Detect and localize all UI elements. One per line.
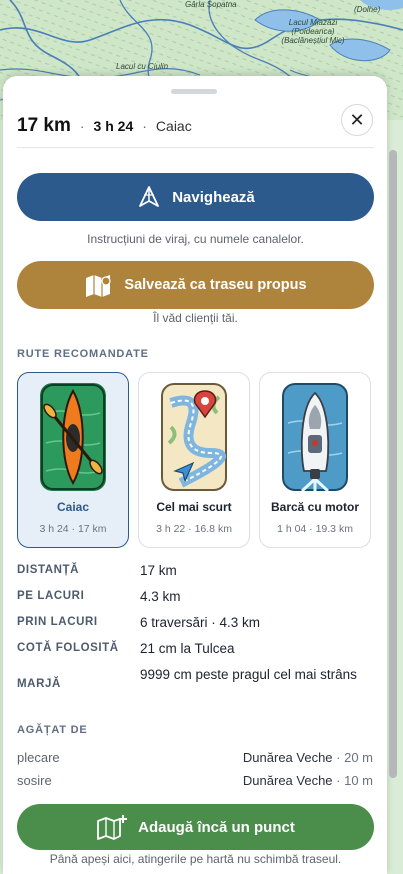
- save-route-button[interactable]: Salvează ca traseu propus: [17, 261, 374, 309]
- summary-mode: Caiac: [155, 118, 192, 134]
- map-label-garla: Gârla Șopatna: [185, 0, 237, 9]
- summary-duration: 3 h 24: [93, 118, 134, 134]
- save-route-label: Salvează ca traseu propus: [124, 277, 307, 293]
- route-sheet: 17 km · 3 h 24 · Caiac ✕ Navighează Inst…: [3, 76, 387, 874]
- route-card-subtitle: 1 h 04 · 19.3 km: [277, 523, 353, 535]
- scrollbar[interactable]: [389, 150, 397, 778]
- sheet-grabber[interactable]: [171, 89, 217, 94]
- compass-arrow-icon: [139, 186, 160, 207]
- detail-value-margin: 9999 cm peste pragul cel mai strâns: [140, 667, 357, 682]
- attached-end-value: Dunărea Veche · 10 m: [243, 773, 373, 788]
- map-add-icon: [97, 815, 128, 840]
- separator-dot: ·: [79, 118, 85, 134]
- route-card-title: Caiac: [56, 500, 90, 514]
- kayak-icon: [40, 383, 106, 491]
- add-point-note: Până apeși aici, atingerile pe hartă nu …: [49, 852, 342, 866]
- detail-value-through-lakes: 6 traversări · 4.3 km: [140, 615, 261, 630]
- attached-end-label: sosire: [17, 773, 52, 788]
- map-pin-icon: [86, 275, 112, 297]
- attached-end-place: Dunărea Veche: [242, 773, 333, 788]
- navigate-button[interactable]: Navighează: [17, 173, 374, 221]
- map-label-dolhe: (Dolhe): [354, 5, 381, 14]
- attached-start-label: plecare: [17, 750, 60, 765]
- route-card-subtitle: 3 h 24 · 17 km: [39, 523, 107, 535]
- detail-value-distance: 17 km: [140, 563, 177, 578]
- detail-key-margin: MARJĂ: [17, 678, 61, 690]
- detail-value-on-lakes: 4.3 km: [140, 589, 181, 604]
- route-card-caiac[interactable]: Caiac 3 h 24 · 17 km: [17, 372, 129, 548]
- summary-distance: 17 km: [17, 115, 71, 136]
- route-card-title: Cel mai scurt: [156, 500, 232, 514]
- shortest-route-icon: [161, 383, 227, 491]
- route-card-subtitle: 3 h 22 · 16.8 km: [156, 523, 232, 535]
- close-icon: ✕: [349, 109, 365, 130]
- detail-key-level-used: COTĂ FOLOSITĂ: [17, 642, 119, 654]
- navigate-label: Navighează: [172, 188, 255, 206]
- route-card-shortest[interactable]: Cel mai scurt 3 h 22 · 16.8 km: [138, 372, 250, 548]
- detail-key-distance: DISTANȚĂ: [17, 564, 80, 576]
- attached-section-title: AGĂȚAT DE: [17, 724, 88, 736]
- divider: [17, 147, 374, 148]
- route-card-motorboat[interactable]: Barcă cu motor 1 h 04 · 19.3 km: [259, 372, 371, 548]
- detail-value-level-used: 21 cm la Tulcea: [140, 641, 235, 656]
- detail-key-through-lakes: PRIN LACURI: [17, 616, 98, 628]
- route-summary: 17 km · 3 h 24 · Caiac: [17, 104, 373, 148]
- motorboat-icon: [282, 383, 348, 491]
- map-label-ciulin: Lacul cu Ciulin: [116, 62, 169, 71]
- detail-key-on-lakes: PE LACURI: [17, 590, 85, 602]
- add-point-label: Adaugă încă un punct: [138, 818, 295, 836]
- attached-end-distance: · 10 m: [332, 773, 373, 788]
- close-button[interactable]: ✕: [341, 104, 373, 136]
- attached-start-place: Dunărea Veche: [242, 750, 333, 765]
- routes-section-title: RUTE RECOMANDATE: [17, 348, 149, 360]
- separator-dot: ·: [142, 118, 147, 134]
- attached-start-distance: · 20 m: [332, 750, 373, 765]
- attached-start-value: Dunărea Veche · 20 m: [243, 750, 373, 765]
- navigate-note: Instrucțiuni de viraj, cu numele canalel…: [87, 232, 304, 246]
- add-point-button[interactable]: Adaugă încă un punct: [17, 804, 374, 850]
- save-note: Îl văd clienții tăi.: [153, 311, 238, 325]
- route-card-title: Barcă cu motor: [270, 500, 360, 514]
- map-label-lake: Lacul Miazăzi (Poideanca) (Baclâneștiul …: [281, 18, 345, 45]
